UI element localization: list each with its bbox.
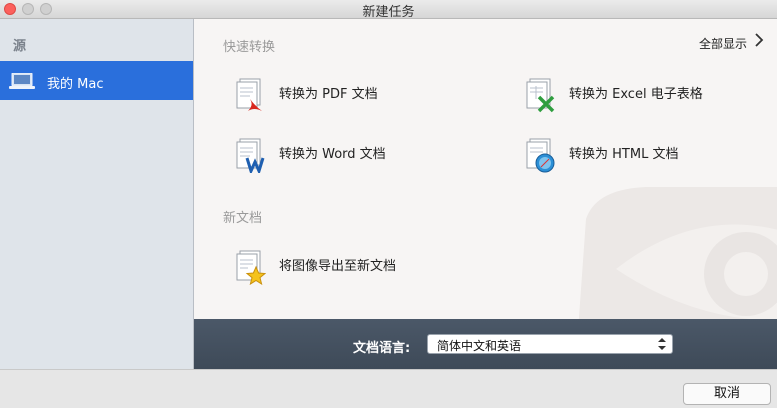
laptop-icon <box>9 73 35 89</box>
main-panel: 快速转换 全部显示 转换为 PDF 文档 转换为 Excel 电子表格 转换为 … <box>194 19 777 319</box>
show-all-link[interactable]: 全部显示 <box>699 35 747 52</box>
app-logo-watermark-icon <box>578 187 777 319</box>
pdf-document-icon <box>236 78 262 111</box>
language-bar: 文档语言: 简体中文和英语 <box>194 319 777 369</box>
footer-bar: 取消 <box>0 369 777 408</box>
image-star-document-icon <box>236 250 266 285</box>
document-language-select[interactable]: 简体中文和英语 <box>427 334 673 354</box>
sidebar-item-my-mac[interactable]: 我的 Mac <box>0 61 193 100</box>
convert-to-pdf-button[interactable]: 转换为 PDF 文档 <box>236 77 496 117</box>
html-document-icon <box>526 138 555 173</box>
sidebar-header: 源 <box>13 39 27 54</box>
select-arrows-icon <box>658 338 666 350</box>
action-label: 转换为 HTML 文档 <box>569 147 679 162</box>
new-document-title: 新文档 <box>223 211 263 226</box>
quick-convert-title: 快速转换 <box>223 40 276 55</box>
convert-to-html-button[interactable]: 转换为 HTML 文档 <box>526 137 777 177</box>
sidebar: 源 我的 Mac <box>0 19 194 369</box>
title-bar: 新建任务 <box>0 0 777 20</box>
cancel-button[interactable]: 取消 <box>683 383 771 405</box>
word-document-icon <box>236 138 265 173</box>
excel-document-icon <box>526 78 555 113</box>
document-language-label: 文档语言: <box>353 341 411 356</box>
chevron-right-icon[interactable] <box>754 33 764 47</box>
document-language-value: 简体中文和英语 <box>437 339 522 353</box>
action-label: 转换为 Word 文档 <box>279 147 386 162</box>
convert-to-excel-button[interactable]: 转换为 Excel 电子表格 <box>526 77 777 117</box>
sidebar-item-label: 我的 Mac <box>47 77 104 92</box>
action-label: 转换为 Excel 电子表格 <box>569 87 703 102</box>
export-image-to-new-document-button[interactable]: 将图像导出至新文档 <box>236 249 496 289</box>
action-label: 转换为 PDF 文档 <box>279 87 378 102</box>
action-label: 将图像导出至新文档 <box>279 259 397 274</box>
window-title: 新建任务 <box>362 5 415 20</box>
convert-to-word-button[interactable]: 转换为 Word 文档 <box>236 137 496 177</box>
